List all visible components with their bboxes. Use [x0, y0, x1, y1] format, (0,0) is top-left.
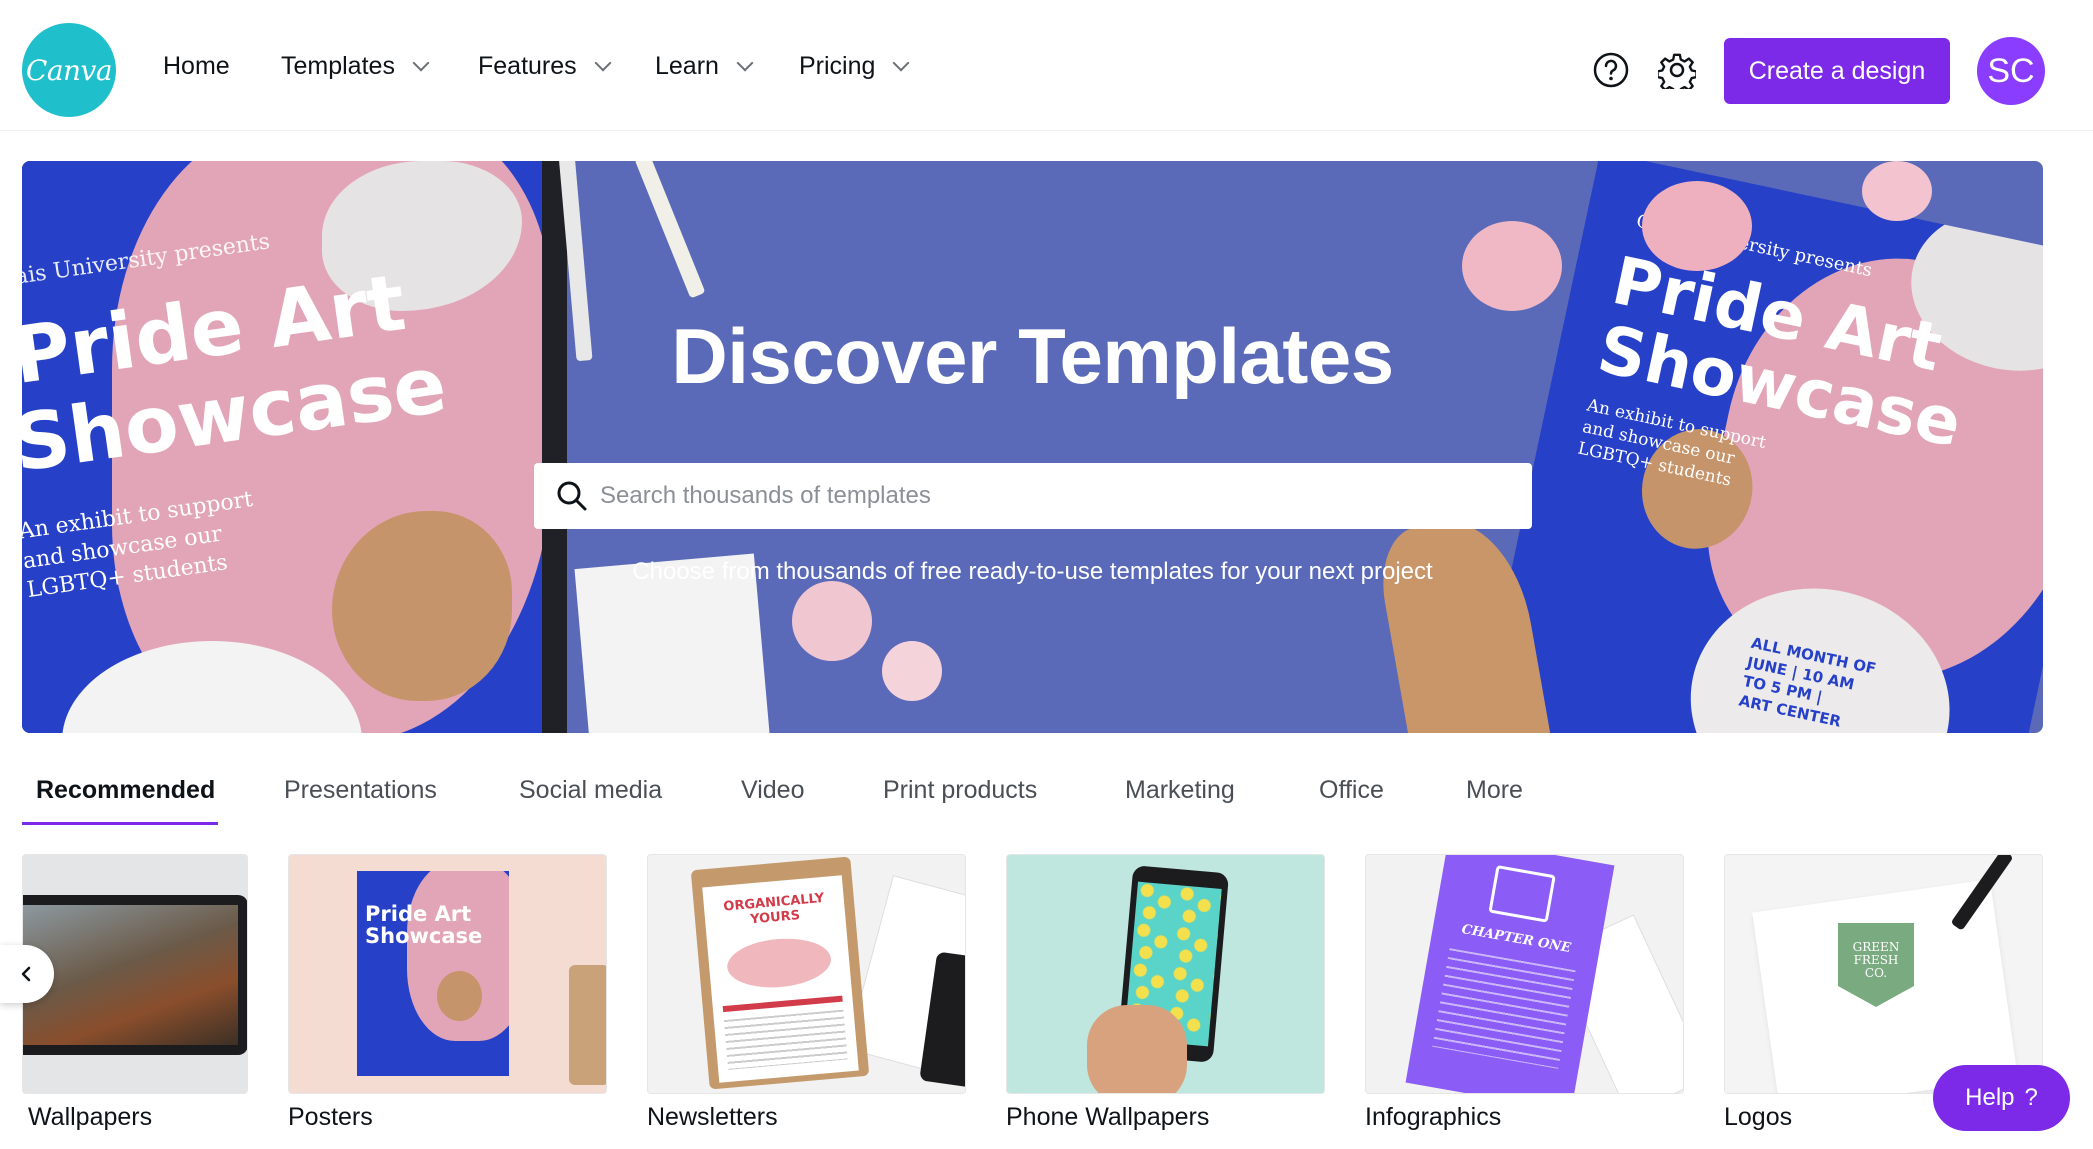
- left-tablet-image: ais University presents Pride Art Showca…: [22, 161, 567, 733]
- flower-image: [792, 581, 872, 661]
- tab-more[interactable]: More: [1466, 776, 1523, 805]
- canva-logo[interactable]: Canva: [22, 23, 116, 117]
- template-card-phone-wallpapers[interactable]: [1006, 854, 1325, 1094]
- template-card-logos[interactable]: GREEN FRESH CO.: [1724, 854, 2043, 1094]
- nav-learn[interactable]: Learn: [655, 52, 754, 81]
- chevron-down-icon: [736, 54, 754, 71]
- hero-subtitle: Choose from thousands of free ready-to-u…: [632, 558, 1433, 585]
- card-label-wallpapers: Wallpapers: [28, 1103, 153, 1131]
- search-icon: [557, 481, 587, 511]
- gear-icon[interactable]: [1658, 51, 1696, 89]
- tab-marketing[interactable]: Marketing: [1125, 776, 1235, 805]
- search-input[interactable]: [600, 482, 1532, 510]
- logo-card-text: GREEN FRESH CO.: [1852, 940, 1900, 981]
- top-nav-bar: Canva Home Templates Features Learn Pric…: [0, 0, 2093, 131]
- card-label-phone-wallpapers: Phone Wallpapers: [1006, 1103, 1210, 1131]
- template-card-newsletters[interactable]: ORGANICALLY YOURS: [647, 854, 966, 1094]
- card-label-infographics: Infographics: [1365, 1103, 1502, 1131]
- flower-image: [1462, 221, 1562, 311]
- card-label-logos: Logos: [1724, 1103, 1793, 1131]
- chevron-down-icon: [594, 54, 612, 71]
- tab-office[interactable]: Office: [1319, 776, 1384, 805]
- active-tab-indicator: [22, 822, 218, 825]
- flower-image: [882, 641, 942, 701]
- question-circle-icon[interactable]: [1592, 51, 1630, 89]
- help-button[interactable]: Help ?: [1933, 1065, 2070, 1131]
- template-card-wallpapers[interactable]: [22, 854, 248, 1094]
- hero-title: Discover Templates: [671, 312, 1394, 400]
- template-search-bar[interactable]: [534, 463, 1532, 529]
- nav-home-label: Home: [163, 52, 230, 80]
- posters-card-title: Pride Art Showcase: [365, 902, 483, 949]
- help-label: Help: [1965, 1084, 2015, 1111]
- nav-templates[interactable]: Templates: [281, 52, 430, 81]
- card-label-newsletters: Newsletters: [647, 1103, 778, 1131]
- tab-social-media[interactable]: Social media: [519, 776, 662, 805]
- template-card-posters[interactable]: Pride Art Showcase: [288, 854, 607, 1094]
- question-mark-icon: ?: [2024, 1084, 2038, 1111]
- tab-video[interactable]: Video: [741, 776, 805, 805]
- flower-image: [1862, 161, 1932, 221]
- newsletter-card-headline: ORGANICALLY YOURS: [722, 890, 825, 928]
- chevron-left-icon: [21, 966, 31, 982]
- nav-home[interactable]: Home: [163, 52, 230, 81]
- tab-presentations[interactable]: Presentations: [284, 776, 437, 805]
- nav-features-label: Features: [478, 52, 577, 80]
- user-avatar[interactable]: SC: [1977, 37, 2045, 105]
- nav-pricing[interactable]: Pricing: [799, 52, 910, 81]
- nav-templates-label: Templates: [281, 52, 395, 80]
- nav-learn-label: Learn: [655, 52, 719, 80]
- chevron-down-icon: [892, 54, 910, 71]
- chevron-down-icon: [412, 54, 430, 71]
- create-design-button[interactable]: Create a design: [1724, 38, 1950, 104]
- nav-features[interactable]: Features: [478, 52, 612, 81]
- template-card-infographics[interactable]: CHAPTER ONE: [1365, 854, 1684, 1094]
- card-label-posters: Posters: [288, 1103, 373, 1131]
- right-poster-image: Calais University presents Pride Art Sho…: [1475, 161, 2043, 733]
- hero-banner: ais University presents Pride Art Showca…: [22, 161, 2043, 733]
- tab-print-products[interactable]: Print products: [883, 776, 1037, 805]
- pencil-image: [634, 161, 706, 299]
- nav-pricing-label: Pricing: [799, 52, 876, 80]
- tab-recommended[interactable]: Recommended: [36, 776, 215, 805]
- flower-image: [1642, 181, 1752, 271]
